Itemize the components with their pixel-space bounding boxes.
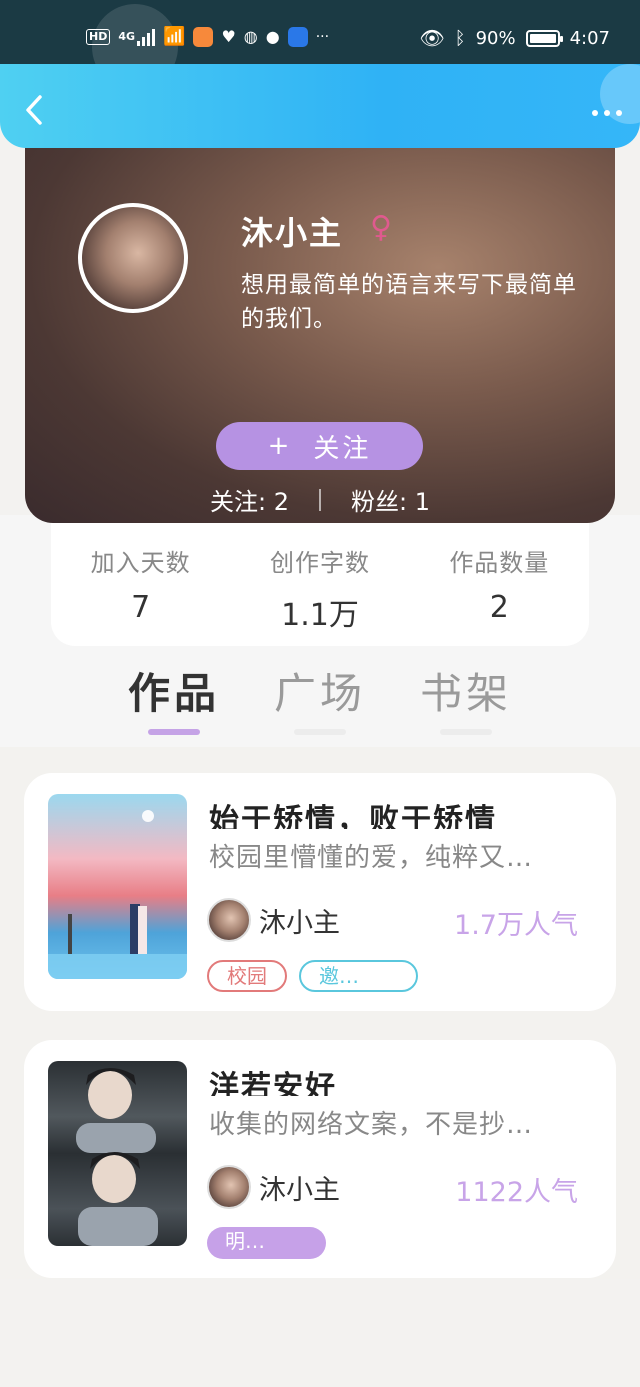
top-nav-bar xyxy=(0,64,640,148)
work-author[interactable]: 沐小主 xyxy=(207,1165,340,1209)
book-cover[interactable] xyxy=(48,1061,187,1246)
author-name: 沐小主 xyxy=(259,1174,340,1206)
follow-counts: 关注: 2 粉丝: 1 xyxy=(25,482,615,517)
work-title[interactable]: 洋若安好 xyxy=(209,1062,337,1096)
hd-icon: HD xyxy=(86,28,111,45)
tab-indicator xyxy=(294,729,346,735)
avatar xyxy=(207,898,251,942)
wifi-icon: 📶 xyxy=(163,26,186,47)
fans-count[interactable]: 粉丝: 1 xyxy=(351,482,430,517)
tab-label: 作品 xyxy=(128,669,221,718)
content-tabs: 作品 广场 书架 xyxy=(0,660,640,740)
tab-square[interactable]: 广场 xyxy=(274,660,367,735)
tab-indicator xyxy=(440,729,492,735)
user-bio: 想用最简单的语言来写下最简单的我们。 xyxy=(241,272,577,332)
work-tags: 明… xyxy=(207,1227,326,1259)
work-description: 校园里懵懂的爱，纯粹又… xyxy=(209,843,534,873)
cover-illustration xyxy=(48,810,187,979)
more-notifications-icon: ··· xyxy=(315,28,330,45)
works-list: 始于矫情，败于矫情 校园里懵懂的爱，纯粹又… 沐小主 1.7万人气 校园 邀… … xyxy=(0,747,640,1279)
stat-join-days: 加入天数 7 xyxy=(51,515,230,646)
tag[interactable]: 校园 xyxy=(207,960,287,992)
stat-work-count: 作品数量 2 xyxy=(410,515,589,646)
book-cover[interactable] xyxy=(48,794,187,979)
tab-label: 广场 xyxy=(274,669,367,718)
tab-label: 书架 xyxy=(420,669,513,718)
user-name: 沐小主 xyxy=(241,214,344,252)
stat-label: 加入天数 xyxy=(90,549,191,577)
battery-percent: 90% xyxy=(475,27,516,49)
work-card[interactable]: 洋若安好 收集的网络文案，不是抄… 沐小主 1122人气 明… xyxy=(24,1040,616,1278)
network-label: 4G xyxy=(118,30,136,43)
divider xyxy=(319,488,321,511)
work-author[interactable]: 沐小主 xyxy=(207,898,340,942)
app-icon-blue xyxy=(287,26,308,47)
plus-icon: + xyxy=(267,431,290,461)
following-count[interactable]: 关注: 2 xyxy=(210,482,289,517)
follow-label: 关注 xyxy=(313,433,372,464)
health-icon: ♥ xyxy=(221,27,236,46)
tab-bookshelf[interactable]: 书架 xyxy=(420,660,513,735)
follow-button[interactable]: + 关注 xyxy=(216,422,423,470)
signal-icon xyxy=(137,28,156,46)
avatar[interactable] xyxy=(78,203,188,313)
stat-word-count: 创作字数 1.1万 xyxy=(230,515,409,646)
app-icon-globe: ◍ xyxy=(243,27,258,46)
bluetooth-icon: ᛒ xyxy=(454,27,466,49)
work-description: 收集的网络文案，不是抄… xyxy=(209,1110,534,1140)
avatar xyxy=(207,1165,251,1209)
work-card[interactable]: 始于矫情，败于矫情 校园里懵懂的爱，纯粹又… 沐小主 1.7万人气 校园 邀… xyxy=(24,773,616,1011)
profile-header: 沐小主 ♀ 想用最简单的语言来写下最简单的我们。 + 关注 关注: 2 粉丝: … xyxy=(25,130,615,523)
stat-value: 1.1万 xyxy=(281,598,359,633)
author-name: 沐小主 xyxy=(259,907,340,939)
female-icon: ♀ xyxy=(370,210,392,245)
stats-panel: 加入天数 7 创作字数 1.1万 作品数量 2 xyxy=(51,515,589,646)
stat-label: 作品数量 xyxy=(449,549,550,577)
status-right: 👁 ᛒ 90% 4:07 xyxy=(419,26,610,50)
eye-icon: 👁 xyxy=(419,26,445,50)
stat-value: 2 xyxy=(489,590,509,625)
tab-indicator xyxy=(148,729,200,735)
app-icon-orange xyxy=(193,26,214,47)
tag[interactable]: 邀… xyxy=(299,960,418,992)
stat-label: 创作字数 xyxy=(269,549,370,577)
status-left: HD 4G 📶 ♥ ◍ ● ··· xyxy=(86,26,329,47)
more-dots-icon[interactable] xyxy=(592,110,622,116)
popularity-count: 1122人气 xyxy=(455,1177,578,1208)
chat-icon: ● xyxy=(265,27,280,46)
battery-icon xyxy=(525,29,563,47)
tag[interactable]: 明… xyxy=(207,1227,326,1259)
chevron-left-icon[interactable] xyxy=(22,94,48,126)
clock: 4:07 xyxy=(569,27,610,49)
work-title[interactable]: 始于矫情，败于矫情 xyxy=(209,795,497,829)
status-bar: HD 4G 📶 ♥ ◍ ● ··· 👁 ᛒ 90% 4:07 xyxy=(0,0,640,90)
popularity-count: 1.7万人气 xyxy=(454,910,578,941)
stat-value: 7 xyxy=(131,590,151,625)
cover-illustration xyxy=(76,1068,158,1246)
tab-works[interactable]: 作品 xyxy=(128,660,221,735)
work-tags: 校园 邀… xyxy=(207,960,418,992)
